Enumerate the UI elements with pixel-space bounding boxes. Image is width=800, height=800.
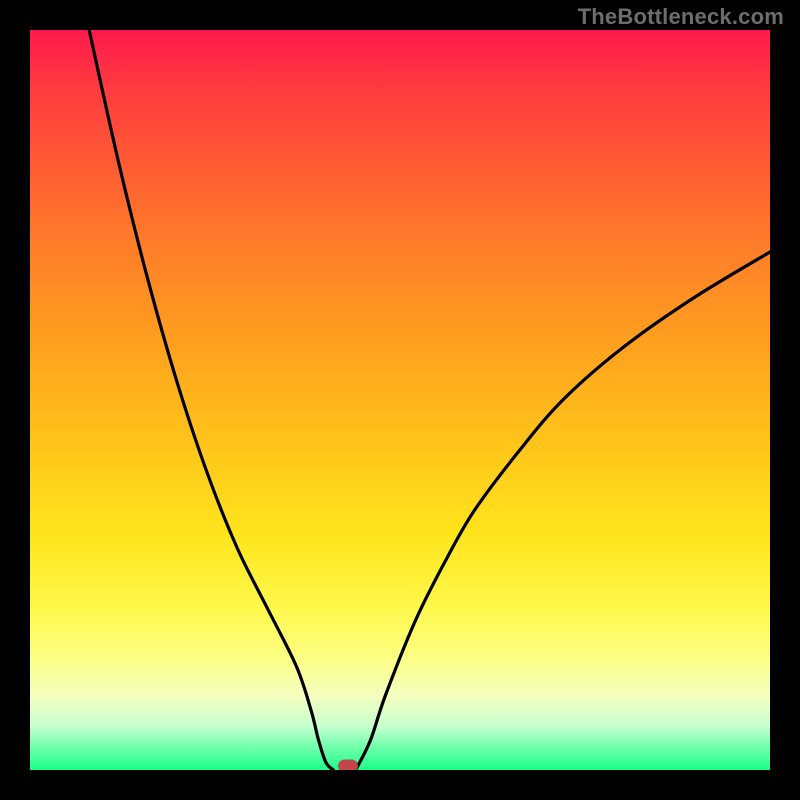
watermark-text: TheBottleneck.com [578,4,784,30]
plot-area [30,30,770,770]
minimum-marker [338,760,358,771]
bottleneck-curve [30,30,770,770]
curve-right-branch [356,252,770,770]
chart-frame: TheBottleneck.com [0,0,800,800]
curve-left-branch [89,30,333,770]
